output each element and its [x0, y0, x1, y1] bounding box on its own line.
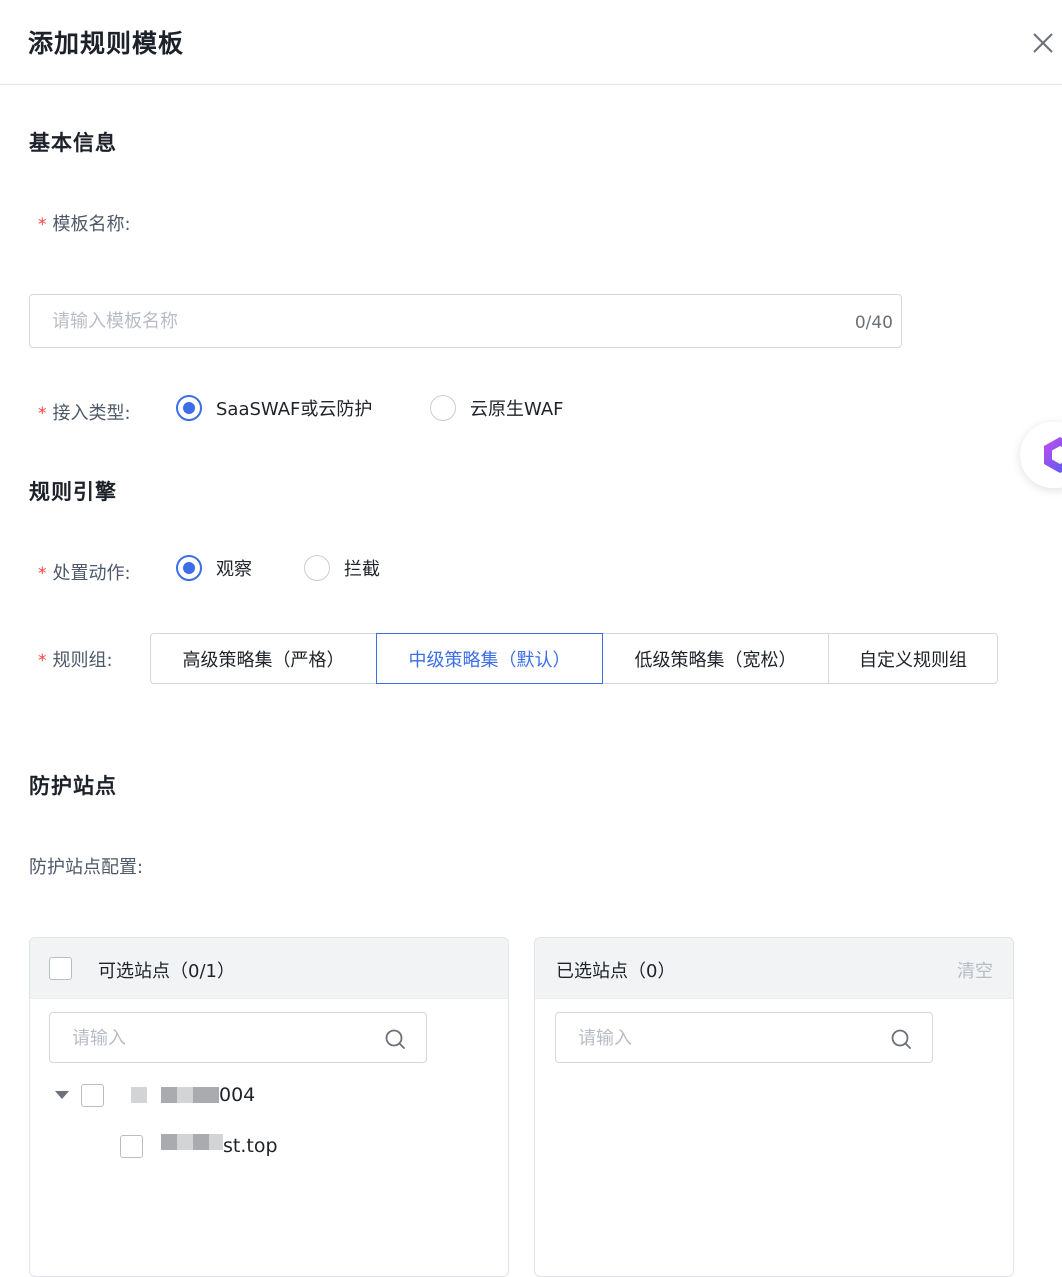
- radio-unchecked-indicator: [304, 555, 330, 581]
- dialog-header: 添加规则模板: [0, 0, 1062, 85]
- redacted-text: [193, 1087, 219, 1103]
- rule-group-option-custom[interactable]: 自定义规则组: [828, 633, 998, 684]
- redacted-text: [209, 1134, 223, 1150]
- section-title-basic: 基本信息: [29, 131, 117, 155]
- selected-sites-panel: 已选站点（0） 清空: [534, 937, 1014, 1277]
- redacted-text: [193, 1134, 209, 1150]
- template-name-input[interactable]: [50, 307, 810, 335]
- redacted-text: [161, 1134, 177, 1150]
- tree-leaf-label[interactable]: st.top: [223, 1135, 278, 1157]
- close-button[interactable]: [1028, 28, 1058, 58]
- available-search-input[interactable]: [70, 1024, 370, 1052]
- template-name-field[interactable]: 0/40: [29, 294, 902, 348]
- access-type-label: * 接入类型:: [38, 403, 131, 424]
- radio-label: SaaSWAF或云防护: [216, 399, 373, 420]
- radio-saaswaf[interactable]: SaaSWAF或云防护: [176, 395, 372, 421]
- rule-group-label: * 规则组:: [38, 650, 113, 671]
- site-config-label: 防护站点配置:: [29, 857, 144, 878]
- panel-header: 已选站点（0） 清空: [535, 938, 1013, 999]
- radio-checked-indicator: [176, 555, 202, 581]
- selected-search-input[interactable]: [576, 1024, 876, 1052]
- redacted-text: [161, 1087, 177, 1103]
- tree-node-checkbox[interactable]: [81, 1084, 104, 1107]
- panel-title: 已选站点（0）: [556, 961, 676, 982]
- section-title-sites: 防护站点: [29, 774, 117, 798]
- radio-label: 云原生WAF: [470, 399, 564, 420]
- search-icon[interactable]: [890, 1028, 912, 1050]
- panel-header: 可选站点（0/1）: [30, 938, 508, 999]
- rule-group-option-high[interactable]: 高级策略集（严格）: [150, 633, 377, 684]
- select-all-checkbox[interactable]: [49, 957, 72, 980]
- available-search-field[interactable]: [49, 1012, 427, 1063]
- rule-group-option-medium[interactable]: 中级策略集（默认）: [376, 633, 603, 684]
- available-sites-panel: 可选站点（0/1） 004 st.top: [29, 937, 509, 1277]
- dialog-title: 添加规则模板: [28, 29, 185, 58]
- template-name-label: * 模板名称:: [38, 214, 131, 235]
- close-icon: [1033, 33, 1053, 53]
- section-title-engine: 规则引擎: [29, 480, 117, 504]
- radio-observe[interactable]: 观察: [176, 555, 252, 581]
- rule-group-option-low[interactable]: 低级策略集（宽松）: [602, 633, 829, 684]
- selected-search-field[interactable]: [555, 1012, 933, 1063]
- rule-group-selector: 高级策略集（严格） 中级策略集（默认） 低级策略集（宽松） 自定义规则组: [150, 633, 998, 684]
- char-counter: 0/40: [854, 313, 893, 333]
- action-label: * 处置动作:: [38, 563, 131, 584]
- radio-cloud-native-waf[interactable]: 云原生WAF: [430, 395, 563, 421]
- radio-label: 观察: [216, 559, 252, 580]
- tree-node-label[interactable]: 004: [219, 1084, 255, 1106]
- redacted-text: [131, 1087, 147, 1103]
- panel-title: 可选站点（0/1）: [98, 961, 235, 982]
- radio-checked-indicator: [176, 395, 202, 421]
- redacted-text: [177, 1134, 193, 1150]
- assistant-widget[interactable]: [1020, 422, 1062, 488]
- radio-label: 拦截: [344, 559, 380, 580]
- radio-block[interactable]: 拦截: [304, 555, 380, 581]
- redacted-text: [177, 1087, 193, 1103]
- tree-leaf-checkbox[interactable]: [120, 1135, 143, 1158]
- required-mark: *: [38, 215, 47, 235]
- search-icon[interactable]: [384, 1028, 406, 1050]
- clear-button[interactable]: 清空: [957, 957, 993, 983]
- assistant-logo-icon: [1044, 437, 1062, 473]
- radio-unchecked-indicator: [430, 395, 456, 421]
- expand-caret-icon[interactable]: [55, 1091, 69, 1099]
